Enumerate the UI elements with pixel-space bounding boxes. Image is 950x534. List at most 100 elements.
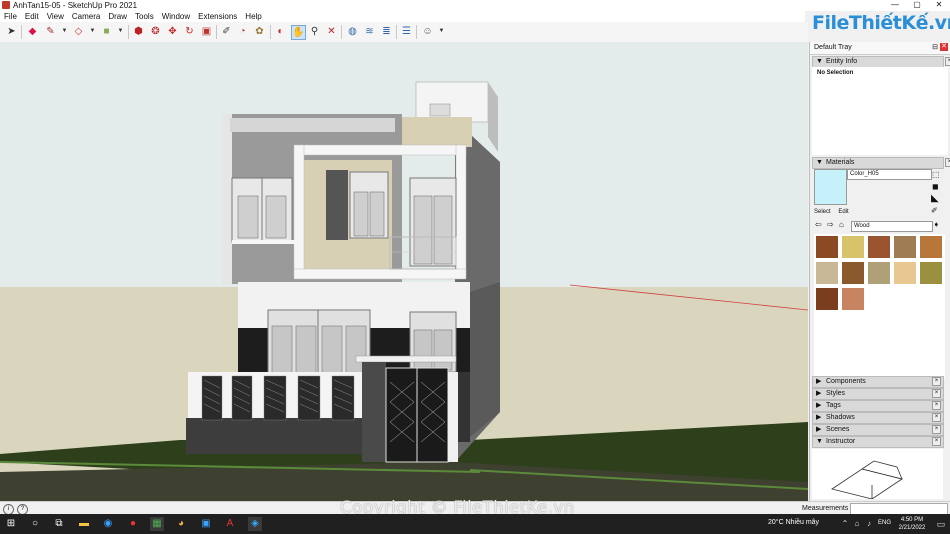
panel-close-icon[interactable]: × [932, 377, 941, 386]
create-material-icon[interactable]: ⬚ [932, 170, 940, 179]
select-icon[interactable]: ➤ [5, 25, 18, 38]
notification-icon[interactable]: ▭ [934, 517, 948, 531]
forward-arrow-icon[interactable]: ⇨ [827, 220, 834, 229]
photos-icon[interactable]: ▣ [199, 517, 213, 531]
panel-components[interactable]: ▶ Components [812, 376, 944, 388]
volume-icon[interactable]: ♪ [862, 517, 876, 531]
section-fill-icon[interactable]: ≋ [363, 25, 376, 38]
panel-shadows[interactable]: ▶ Shadows [812, 412, 944, 424]
eyedropper-icon[interactable]: ✐ [931, 206, 938, 215]
layers-icon[interactable]: ≣ [380, 25, 393, 38]
chrome-notification-icon[interactable]: ● [126, 517, 140, 531]
styles-icon[interactable]: ☰ [400, 25, 413, 38]
material-name-field[interactable]: Color_H05 [847, 169, 932, 180]
dropdown-arrow-icon[interactable]: ▼ [86, 25, 99, 38]
home-icon[interactable]: ⌂ [839, 220, 844, 229]
material-cube-icon[interactable]: ◼ [932, 182, 939, 191]
follow-me-icon[interactable]: ❂ [149, 25, 162, 38]
tab-select[interactable]: Select [814, 209, 831, 215]
task-view-icon[interactable]: ⧉ [52, 517, 66, 531]
panel-close-icon[interactable]: × [932, 401, 941, 410]
tape-measure-icon[interactable]: ✐ [220, 25, 233, 38]
menu-tools[interactable]: Tools [131, 11, 158, 22]
paint-bucket-icon[interactable]: ■ [100, 25, 113, 38]
tab-edit[interactable]: Edit [838, 209, 848, 215]
pencil-icon[interactable]: ✎ [44, 25, 57, 38]
push-pull-icon[interactable]: ⬢ [132, 25, 145, 38]
panel-scenes[interactable]: ▶ Scenes [812, 424, 944, 436]
pin-icon[interactable]: ⊟ [932, 43, 938, 51]
material-swatch[interactable] [842, 236, 864, 258]
tray-close-button[interactable]: ✕ [940, 43, 948, 51]
material-swatch[interactable] [920, 262, 942, 284]
system-clock[interactable]: 4:50 PM 2/21/2022 [892, 516, 932, 532]
dropdown-arrow-icon[interactable]: ▼ [114, 25, 127, 38]
panel-close-icon[interactable]: × [945, 57, 950, 66]
model-viewport[interactable] [0, 42, 808, 501]
menu-file[interactable]: File [0, 11, 21, 22]
panel-close-icon[interactable]: × [932, 437, 941, 446]
material-swatch[interactable] [816, 236, 838, 258]
minimize-button[interactable]: — [884, 0, 906, 11]
excel-icon[interactable]: ▦ [150, 517, 164, 531]
move-icon[interactable]: ✥ [166, 25, 179, 38]
menu-extensions[interactable]: Extensions [194, 11, 241, 22]
menu-window[interactable]: Window [158, 11, 194, 22]
input-language[interactable]: ENG [878, 520, 891, 526]
material-swatch[interactable] [868, 236, 890, 258]
autocad-icon[interactable]: A [223, 517, 237, 531]
windows-start-icon[interactable]: ⊞ [4, 517, 18, 531]
menu-view[interactable]: View [43, 11, 68, 22]
scale-icon[interactable]: ▣ [200, 25, 213, 38]
toolbar-separator [396, 25, 397, 39]
zoom-icon[interactable]: ⚲ [308, 25, 321, 38]
protractor-icon[interactable]: ◔ [236, 25, 249, 38]
pan-icon[interactable]: ✋ [291, 25, 306, 40]
dropdown-arrow-icon[interactable]: ▼ [58, 25, 71, 38]
chrome-icon[interactable]: ◕ [174, 517, 188, 531]
weather-status[interactable]: 20°C Nhiều mây [768, 519, 819, 526]
panel-close-icon[interactable]: × [932, 389, 941, 398]
shape-icon[interactable]: ◇ [72, 25, 85, 38]
user-icon[interactable]: ☺ [421, 25, 434, 38]
details-arrow-icon[interactable]: ➧ [933, 220, 940, 229]
back-arrow-icon[interactable]: ⇦ [815, 220, 822, 229]
material-swatch[interactable] [920, 236, 942, 258]
panel-materials[interactable]: ▼ Materials [812, 157, 944, 169]
section-plane-icon[interactable]: ◍ [346, 25, 359, 38]
dropdown-arrow-icon[interactable]: ▼ [435, 25, 448, 38]
panel-close-icon[interactable]: × [932, 425, 941, 434]
maximize-button[interactable]: ▢ [906, 0, 928, 11]
sketchup-taskbar-icon[interactable]: ◈ [248, 517, 262, 531]
material-swatch[interactable] [868, 262, 890, 284]
menu-help[interactable]: Help [241, 11, 265, 22]
panel-close-icon[interactable]: × [945, 158, 950, 167]
panel-close-icon[interactable]: × [932, 413, 941, 422]
window-title: AnhTan15-05 - SketchUp Pro 2021 [13, 1, 138, 10]
file-explorer-icon[interactable]: ▬ [77, 517, 91, 531]
paint-icon[interactable]: ✿ [253, 25, 266, 38]
panel-tags[interactable]: ▶ Tags [812, 400, 944, 412]
material-swatch[interactable] [894, 262, 916, 284]
menu-edit[interactable]: Edit [21, 11, 43, 22]
panel-styles[interactable]: ▶ Styles [812, 388, 944, 400]
rotate-icon[interactable]: ↻ [183, 25, 196, 38]
eraser-icon[interactable]: ◆ [26, 25, 39, 38]
material-swatch[interactable] [816, 288, 838, 310]
search-icon[interactable]: ○ [28, 517, 42, 531]
menu-draw[interactable]: Draw [104, 11, 131, 22]
material-collection-select[interactable]: Wood [851, 221, 933, 232]
zoom-extents-icon[interactable]: ✕ [325, 25, 338, 38]
material-swatch[interactable] [894, 236, 916, 258]
menu-camera[interactable]: Camera [68, 11, 104, 22]
collapsed-arrow-icon: ▶ [816, 414, 822, 421]
clock-time: 4:50 PM [900, 517, 924, 523]
material-swatch[interactable] [842, 288, 864, 310]
material-swatch[interactable] [842, 262, 864, 284]
orbit-icon[interactable]: ◐ [274, 25, 287, 38]
material-swatch[interactable] [816, 262, 838, 284]
panel-instructor[interactable]: ▼ Instructor [812, 436, 944, 448]
edge-icon[interactable]: ◉ [101, 517, 115, 531]
sample-paint-icon[interactable]: ◣ [931, 193, 939, 204]
close-button[interactable]: ✕ [928, 0, 950, 11]
